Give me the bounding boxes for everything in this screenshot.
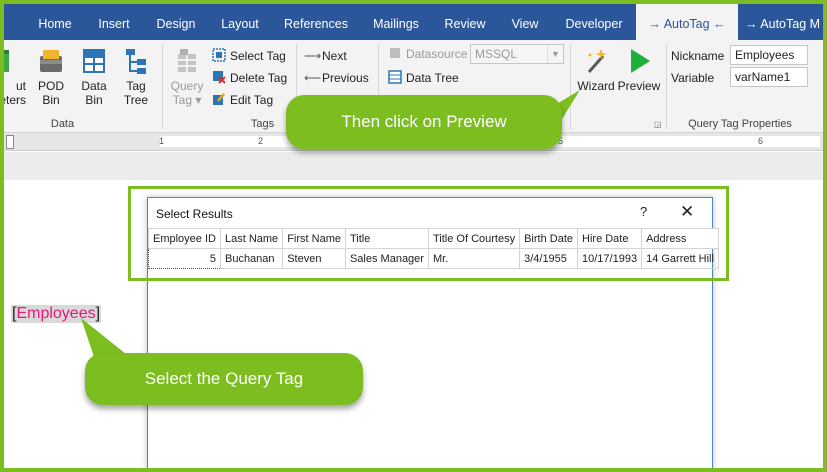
variable-value: varName1 (735, 70, 791, 84)
edit-tag-icon (213, 93, 225, 105)
tags-group-label: Tags (250, 118, 275, 130)
select-tag-button[interactable]: Select Tag (212, 46, 286, 66)
previous-label: Previous (322, 71, 369, 85)
nickname-label: Nickname (671, 49, 725, 63)
tab-home[interactable]: Home (36, 0, 74, 40)
edit-tag-button[interactable]: Edit Tag (212, 90, 273, 110)
datasource-select[interactable]: MSSQL ▼ (470, 44, 564, 64)
query-tag-button[interactable]: Query Tag ▾ (166, 46, 208, 107)
tab-autotag[interactable]: → AutoTag ← (636, 0, 738, 40)
database-icon (390, 48, 400, 58)
variable-input[interactable]: varName1 (730, 67, 808, 87)
dialog-launcher-icon[interactable]: ◲ (654, 120, 662, 129)
datasource-label: Datasource (388, 44, 467, 64)
select-tag-label: Select Tag (230, 49, 286, 63)
tab-references[interactable]: References (280, 0, 352, 40)
query-tag-label-line2: Tag ▾ (172, 93, 202, 107)
tab-review[interactable]: Review (441, 0, 489, 40)
indent-marker[interactable] (6, 135, 14, 149)
next-label: Next (322, 49, 347, 63)
query-tag-icon (178, 49, 196, 72)
previous-button[interactable]: ⟵Previous (304, 68, 369, 88)
data-tree-icon (388, 70, 402, 84)
ruler-number: 1 (159, 136, 165, 146)
next-button[interactable]: ⟶Next (304, 46, 347, 66)
delete-tag-label: Delete Tag (230, 71, 288, 85)
group-divider (666, 44, 667, 130)
delete-tag-icon (213, 71, 226, 84)
data-bin-label-line1: Data (81, 79, 107, 93)
data-bin-button[interactable]: Data Bin (75, 46, 113, 107)
tab-autotag-m[interactable]: → AutoTag M (745, 0, 827, 40)
tab-mailings[interactable]: Mailings (368, 0, 424, 40)
results-highlight-box (128, 186, 729, 281)
datasource-value: MSSQL (475, 47, 518, 61)
play-icon (631, 49, 650, 73)
data-grid-icon (83, 49, 105, 73)
ribbon-tab-bar: Home Insert Design Layout References Mai… (0, 0, 827, 40)
arrow-left-icon: ⟵ (304, 71, 322, 85)
tag-tree-label-line1: Tag (126, 79, 146, 93)
data-tree-label: Data Tree (406, 71, 459, 85)
pod-bin-label-line2: Bin (42, 93, 60, 107)
callout-query-tag: Select the Query Tag (85, 353, 363, 405)
variable-label: Variable (671, 71, 715, 85)
tag-tree-button[interactable]: Tag Tree (118, 46, 154, 107)
select-tag-icon (212, 48, 226, 62)
bin-icon (40, 50, 62, 72)
tab-design[interactable]: Design (153, 0, 199, 40)
arrow-right-icon: ⟶ (304, 49, 322, 63)
nickname-value: Employees (735, 48, 795, 62)
ruler-number: 2 (258, 136, 264, 146)
edit-tag-label: Edit Tag (230, 93, 274, 107)
wizard-button[interactable]: Wizard (574, 46, 618, 93)
ruler-number: 6 (758, 136, 764, 146)
query-tag-properties-label: Query Tag Properties (688, 118, 792, 130)
magic-wand-icon (587, 49, 607, 73)
delete-tag-button[interactable]: Delete Tag (212, 68, 287, 88)
group-divider (162, 44, 163, 130)
tab-layout[interactable]: Layout (216, 0, 264, 40)
parameters-label-line2: eters (0, 93, 26, 107)
callout-preview: Then click on Preview (286, 95, 562, 149)
tab-insert[interactable]: Insert (93, 0, 135, 40)
tab-view[interactable]: View (505, 0, 545, 40)
preview-button[interactable]: Preview (616, 46, 662, 93)
tree-icon (126, 49, 146, 74)
nickname-input[interactable]: Employees (730, 45, 808, 65)
parameters-label-line1: ut (15, 79, 26, 93)
tab-developer[interactable]: Developer (560, 0, 628, 40)
pod-bin-label-line1: POD (37, 79, 64, 93)
pod-bin-button[interactable]: POD Bin (32, 46, 70, 107)
data-group-label: Data (50, 118, 75, 130)
data-bin-label-line2: Bin (85, 93, 103, 107)
data-tree-button[interactable]: Data Tree (388, 68, 459, 88)
table-icon (3, 50, 9, 72)
preview-label: Preview (617, 79, 661, 93)
chevron-down-icon: ▼ (547, 45, 563, 63)
tag-tree-label-line2: Tree (123, 93, 149, 107)
query-tag-label-line1: Query (170, 79, 204, 93)
page-gap (0, 152, 827, 180)
parameters-button[interactable]: ut eters (0, 46, 26, 107)
